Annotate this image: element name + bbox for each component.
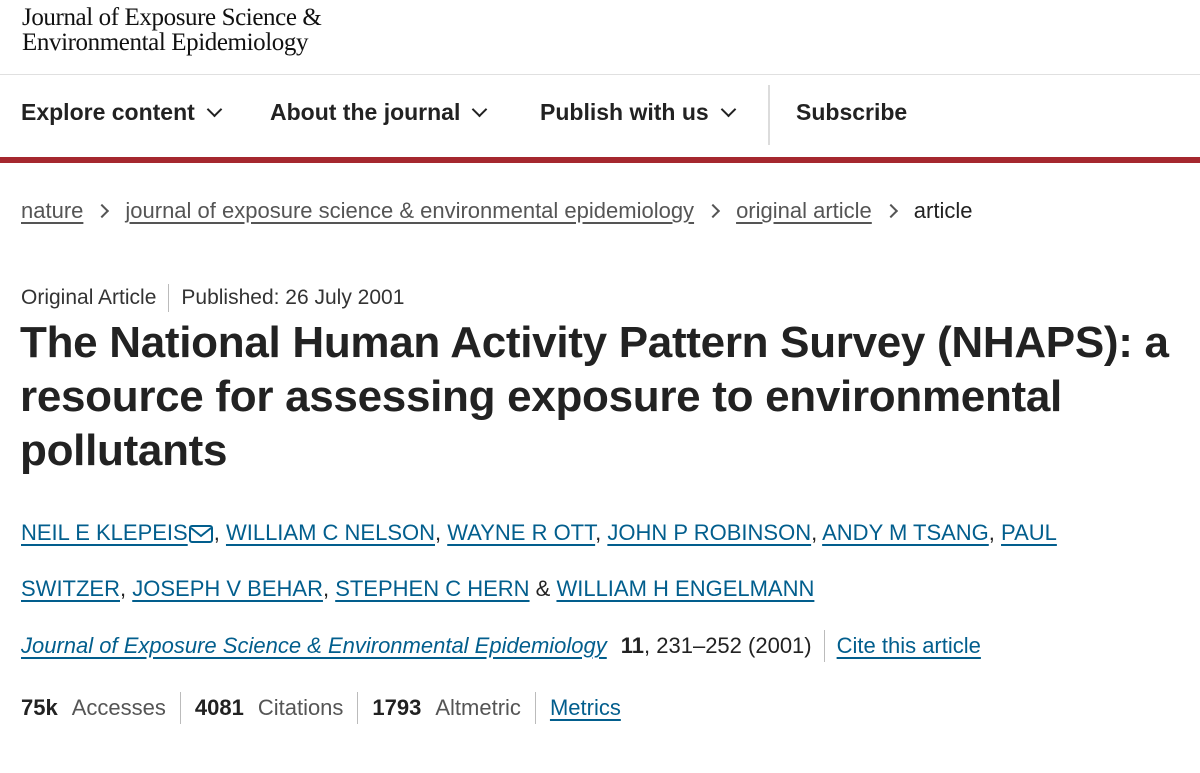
author-separator: , <box>435 520 448 545</box>
author-list: NEIL E KLEPEIS, WILLIAM C NELSON, WAYNE … <box>21 508 1111 614</box>
author-link[interactable]: ANDY M TSANG <box>822 520 989 545</box>
breadcrumb-link-original-article[interactable]: original article <box>736 198 872 224</box>
pages-year: , 231–252 (2001) <box>644 633 812 658</box>
author-separator: , <box>811 520 823 545</box>
nav-item-label: Subscribe <box>796 99 908 125</box>
author-separator: , <box>595 520 608 545</box>
journal-logo-line2: Environmental Epidemiology <box>22 29 309 56</box>
nav-explore-content[interactable]: Explore content <box>21 99 223 126</box>
nav-item-label: Explore content <box>21 99 195 125</box>
author-separator: , <box>988 520 1002 545</box>
metrics-link[interactable]: Metrics <box>550 695 621 721</box>
breadcrumb-link-nature[interactable]: nature <box>21 198 83 224</box>
article-meta: Original Article Published: 26 July 2001 <box>21 284 404 312</box>
article-type: Original Article <box>21 286 157 309</box>
nav-divider <box>768 85 770 145</box>
nav-about-journal[interactable]: About the journal <box>270 99 488 126</box>
citation-line: Journal of Exposure Science & Environmen… <box>21 630 981 662</box>
author-link[interactable]: WAYNE R OTT <box>447 520 595 545</box>
chevron-right-icon <box>705 203 721 219</box>
author-link[interactable]: STEPHEN C HERN <box>335 576 529 601</box>
breadcrumb-link-journal[interactable]: journal of exposure science & environmen… <box>125 198 694 224</box>
journal-logo-line1: Journal of Exposure Science & <box>22 4 322 31</box>
chevron-right-icon <box>95 203 110 219</box>
mail-icon[interactable] <box>188 514 214 564</box>
published-date: Published: 26 July 2001 <box>181 286 405 309</box>
altmetric-count: 1793 <box>372 695 422 720</box>
author-separator: , <box>322 576 336 601</box>
author-link[interactable]: JOSEPH V BEHAR <box>132 576 323 601</box>
volume: 11 <box>620 633 645 658</box>
author-link[interactable]: WILLIAM H ENGELMANN <box>556 576 814 601</box>
journal-link[interactable]: Journal of Exposure Science & Environmen… <box>21 633 607 659</box>
cite-article-link[interactable]: Cite this article <box>837 633 981 659</box>
main-nav: Explore content About the journal Publis… <box>0 75 1200 157</box>
metrics-divider <box>179 692 181 724</box>
nav-publish-with-us[interactable]: Publish with us <box>540 99 736 126</box>
nav-item-label: About the journal <box>270 99 461 125</box>
chevron-down-icon <box>472 101 488 118</box>
author-separator: , <box>213 520 226 545</box>
chevron-right-icon <box>883 203 898 219</box>
author-final-separator: & <box>529 576 557 601</box>
article-metrics: 75k Accesses 4081 Citations 1793 Altmetr… <box>21 692 621 724</box>
citation-divider <box>823 630 825 662</box>
accesses-label: Accesses <box>71 695 166 720</box>
author-link[interactable]: JOHN P ROBINSON <box>607 520 811 545</box>
chevron-down-icon <box>720 101 736 118</box>
nav-item-label: Publish with us <box>540 99 709 125</box>
author-separator: , <box>120 576 133 601</box>
author-link[interactable]: WILLIAM C NELSON <box>226 520 435 545</box>
masthead: Journal of Exposure Science & Environmen… <box>0 0 1200 75</box>
metrics-divider <box>534 692 536 724</box>
citations-count: 4081 <box>194 695 244 720</box>
nav-accent-bar <box>0 157 1200 163</box>
chevron-down-icon <box>206 101 223 118</box>
article-title: The National Human Activity Pattern Surv… <box>20 318 1169 475</box>
breadcrumb: nature journal of exposure science & env… <box>21 198 972 224</box>
citations-label: Citations <box>257 695 344 720</box>
journal-logo[interactable]: Journal of Exposure Science & Environmen… <box>22 4 322 56</box>
nav-subscribe[interactable]: Subscribe <box>796 99 907 126</box>
metrics-divider <box>357 692 359 724</box>
altmetric-label: Altmetric <box>435 695 521 720</box>
author-link[interactable]: NEIL E KLEPEIS <box>21 520 188 545</box>
breadcrumb-current: article <box>913 198 973 223</box>
accesses-count: 75k <box>21 695 58 720</box>
meta-divider <box>168 284 170 312</box>
